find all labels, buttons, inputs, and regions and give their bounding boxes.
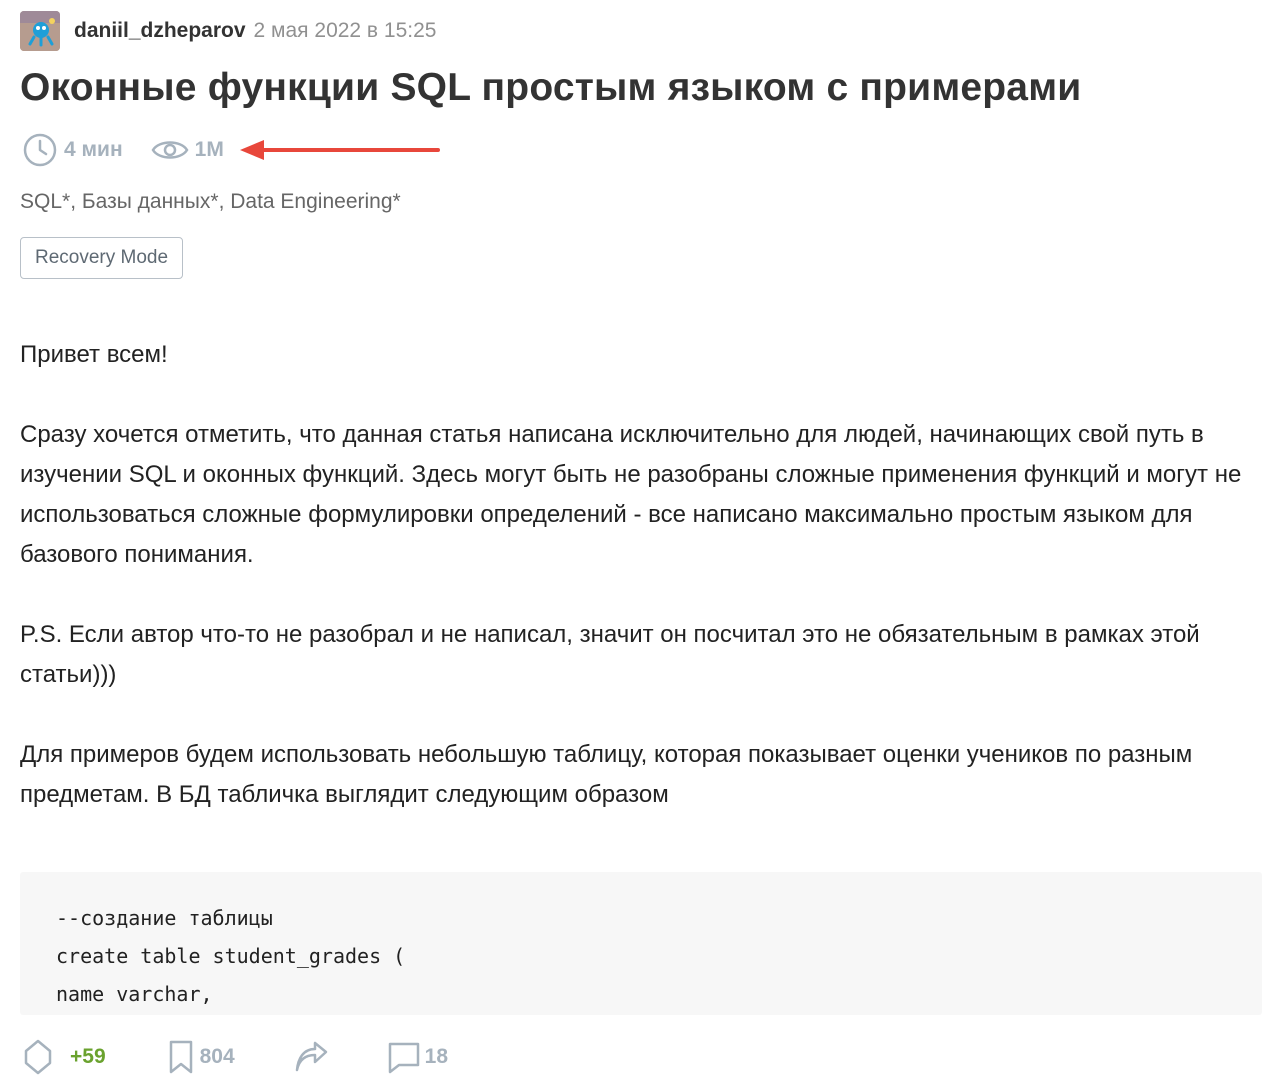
avatar-image-icon [20, 11, 60, 51]
comments-button[interactable]: 18 [387, 1039, 448, 1075]
post-stats: 4 мин 1M [22, 131, 440, 169]
clock-icon [23, 133, 57, 167]
hubs-list: SQL*, Базы данных*, Data Engineering* [20, 190, 401, 214]
article-body: Привет всем! Сразу хочется отметить, что… [20, 335, 1270, 855]
bookmark-count: 804 [199, 1045, 235, 1068]
comments-count: 18 [424, 1045, 449, 1068]
code-line: create table student_grades ( [56, 944, 406, 968]
views-count: 1M [151, 135, 224, 165]
reading-time-value: 4 мин [64, 138, 123, 161]
reading-time: 4 мин [22, 132, 123, 168]
bookmark-button[interactable]: 804 [166, 1039, 235, 1075]
recovery-mode-badge[interactable]: Recovery Mode [20, 237, 184, 279]
hub-link-databases[interactable]: Базы данных* [82, 190, 219, 213]
post-meta-header: daniil_dzheparov 2 мая 2022 в 15:25 [20, 11, 436, 51]
hub-separator: , [70, 190, 82, 213]
post-date: 2 мая 2022 в 15:25 [253, 19, 437, 42]
share-icon [295, 1041, 327, 1072]
hub-link-sql[interactable]: SQL* [20, 190, 70, 213]
hub-separator: , [218, 190, 231, 213]
comment-icon [388, 1042, 419, 1074]
page-title: Оконные функции SQL простым языком с при… [20, 66, 1082, 109]
code-line: name varchar, [56, 982, 213, 1006]
code-line: --создание таблицы [56, 906, 273, 930]
post-footer: +59 804 18 [24, 1036, 448, 1078]
share-button[interactable] [293, 1039, 329, 1075]
vote-diamond-icon[interactable] [24, 1039, 52, 1075]
paragraph: Для примеров будем использовать небольшу… [20, 741, 1193, 808]
red-arrow-icon [239, 140, 440, 160]
paragraph: P.S. Если автор что-то не разобрал и не … [20, 621, 1200, 688]
code-block: --создание таблицы create table student_… [20, 872, 1262, 1015]
paragraph: Сразу хочется отметить, что данная стать… [20, 421, 1242, 568]
eye-icon [151, 141, 189, 159]
views-value: 1M [194, 138, 224, 161]
author-name[interactable]: daniil_dzheparov [74, 19, 246, 43]
paragraph: Привет всем! [20, 341, 168, 368]
vote-score: +59 [70, 1045, 106, 1068]
bookmark-icon [169, 1040, 192, 1074]
vote-control[interactable]: +59 [24, 1039, 106, 1075]
hub-link-data-engineering[interactable]: Data Engineering* [230, 190, 400, 213]
avatar[interactable] [20, 11, 60, 51]
